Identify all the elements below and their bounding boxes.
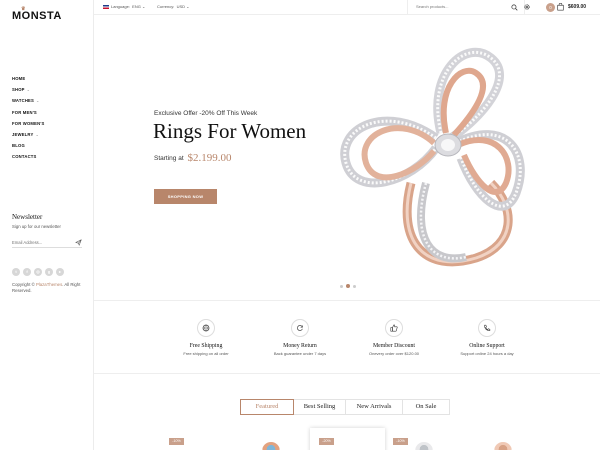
- hero-title: Rings For Women: [153, 119, 307, 143]
- feature-subtitle: Back guarantee under 7 days: [273, 351, 327, 356]
- feature-subtitle: Onevery order over $120.00: [368, 351, 420, 356]
- copyright-prefix: Copyright ©: [12, 282, 35, 287]
- main-nav: HOME SHOP ⌄ WATCHES ⌄ FOR MEN'S FOR WOMEN'…: [12, 76, 45, 166]
- shopping-bag-icon[interactable]: [557, 3, 564, 11]
- feature-online-support: Online Support Support online 24 hours a…: [441, 319, 533, 356]
- product-image[interactable]: [262, 442, 280, 450]
- nav-item-blog[interactable]: BLOG: [12, 143, 45, 154]
- feature-title: Member Discount: [372, 343, 416, 349]
- tab-new-arrivals[interactable]: New Arrivals: [345, 399, 403, 415]
- nav-item-home[interactable]: HOME: [12, 76, 45, 87]
- language-selector[interactable]: Language: ENG ⌄: [103, 4, 145, 9]
- chevron-down-icon: ⌄: [140, 4, 146, 9]
- slider-pagination: [340, 284, 356, 288]
- nav-item-label: HOME: [12, 76, 26, 81]
- slider-dot-active[interactable]: [346, 284, 350, 288]
- phone-icon: [478, 319, 496, 337]
- chevron-down-icon: ⌄: [185, 4, 190, 9]
- newsletter-subtitle: Sign up for our newsletter: [12, 224, 61, 229]
- sale-badge: -10%: [393, 438, 408, 445]
- nav-item-for-womens[interactable]: FOR WOMEN'S: [12, 121, 45, 132]
- sidebar: ♛ MONSTA HOME SHOP ⌄ WATCHES ⌄ FOR MEN'S F…: [0, 0, 94, 450]
- hero-price: $2.199.00: [187, 152, 232, 164]
- newsletter-title: Newsletter: [12, 213, 43, 221]
- nav-item-watches[interactable]: WATCHES ⌄: [12, 98, 45, 109]
- twitter-icon[interactable]: t: [12, 268, 20, 276]
- starting-label: Starting at: [154, 155, 184, 162]
- top-bar: Language: ENG ⌄ Currency: USD ⌄ 0 $609.0…: [94, 0, 600, 15]
- hero-starting-price: Starting at $2.199.00: [154, 152, 231, 164]
- hero-offer-text: Exclusive Offer -20% Off This Week: [154, 110, 258, 117]
- currency-label: Currency:: [157, 4, 175, 9]
- shop-now-button[interactable]: SHOPPING NOW: [154, 189, 217, 204]
- nav-item-label: WATCHES: [12, 98, 35, 104]
- feature-title: Money Return: [283, 343, 317, 349]
- crown-icon: ♛: [21, 6, 26, 12]
- facebook-icon[interactable]: f: [23, 268, 31, 276]
- language-label: Language:: [111, 4, 130, 9]
- cart-total[interactable]: $609.00: [568, 4, 586, 10]
- nav-item-for-mens[interactable]: FOR MEN'S: [12, 110, 45, 121]
- tab-on-sale[interactable]: On Sale: [402, 399, 450, 415]
- product-tabs: Featured Best Selling New Arrivals On Sa…: [240, 399, 450, 415]
- feature-member-discount: Member Discount Onevery order over $120.…: [348, 319, 440, 356]
- gear-icon[interactable]: [523, 3, 531, 11]
- nav-item-label: JEWELRY: [12, 131, 34, 137]
- globe-icon: [197, 319, 215, 337]
- features-strip: Free Shipping Free shipping on all order…: [94, 300, 600, 374]
- nav-item-label: BLOG: [12, 143, 25, 149]
- product-image[interactable]: [494, 442, 512, 450]
- youtube-icon[interactable]: ▸: [56, 268, 64, 276]
- refresh-icon: [291, 319, 309, 337]
- instagram-icon[interactable]: ◎: [34, 268, 42, 276]
- slider-dot[interactable]: [353, 284, 356, 288]
- nav-item-contacts[interactable]: CONTACTS: [12, 154, 45, 165]
- chevron-down-icon: ⌄: [35, 131, 40, 137]
- search-icon[interactable]: [511, 4, 518, 11]
- send-icon[interactable]: [75, 239, 82, 246]
- currency-selector[interactable]: Currency: USD ⌄: [157, 4, 190, 9]
- account-badge[interactable]: 0: [546, 3, 555, 12]
- feature-free-shipping: Free Shipping Free shipping on all order: [160, 319, 252, 356]
- nav-item-label: FOR WOMEN'S: [12, 120, 45, 126]
- language-value: ENG: [132, 4, 141, 9]
- search-box: [407, 0, 525, 15]
- ring-image: [340, 48, 525, 267]
- copyright-brand-link[interactable]: PlazaThemes: [36, 282, 62, 287]
- feature-subtitle: Support online 24 hours a day: [460, 351, 514, 356]
- page: ♛ MONSTA HOME SHOP ⌄ WATCHES ⌄ FOR MEN'S F…: [0, 0, 600, 450]
- currency-value: USD: [176, 4, 186, 9]
- site-logo[interactable]: ♛ MONSTA: [12, 6, 62, 22]
- nav-item-label: CONTACTS: [12, 154, 37, 160]
- product-image[interactable]: [415, 442, 433, 450]
- feature-subtitle: Free shipping on all order: [183, 351, 229, 356]
- slider-dot[interactable]: [340, 284, 343, 288]
- nav-item-label: SHOP: [12, 87, 25, 93]
- chevron-down-icon: ⌄: [26, 87, 31, 93]
- search-input[interactable]: [416, 4, 496, 9]
- social-links: t f ◎ g ▸: [12, 268, 64, 276]
- nav-item-shop[interactable]: SHOP ⌄: [12, 87, 45, 98]
- sale-badge: -10%: [169, 438, 184, 445]
- feature-money-return: Money Return Back guarantee under 7 days: [254, 319, 346, 356]
- nav-item-label: FOR MEN'S: [12, 109, 37, 115]
- thumbs-up-icon: [385, 319, 403, 337]
- tab-best-selling[interactable]: Best Selling: [293, 399, 346, 415]
- chevron-down-icon: ⌄: [36, 98, 40, 104]
- newsletter-email-input[interactable]: [12, 238, 82, 248]
- nav-item-jewelry[interactable]: JEWELRY ⌄: [12, 132, 45, 143]
- logo-text: MONSTA: [12, 10, 62, 22]
- google-plus-icon[interactable]: g: [45, 268, 53, 276]
- uk-flag-icon: [103, 4, 109, 9]
- tab-featured[interactable]: Featured: [240, 399, 294, 415]
- hero-slider: Exclusive Offer -20% Off This Week Rings…: [94, 15, 600, 300]
- feature-title: Online Support: [469, 343, 505, 349]
- feature-title: Free Shipping: [189, 343, 223, 349]
- copyright: Copyright © PlazaThemes. All Right Reser…: [12, 282, 88, 293]
- sale-badge: -20%: [319, 438, 334, 445]
